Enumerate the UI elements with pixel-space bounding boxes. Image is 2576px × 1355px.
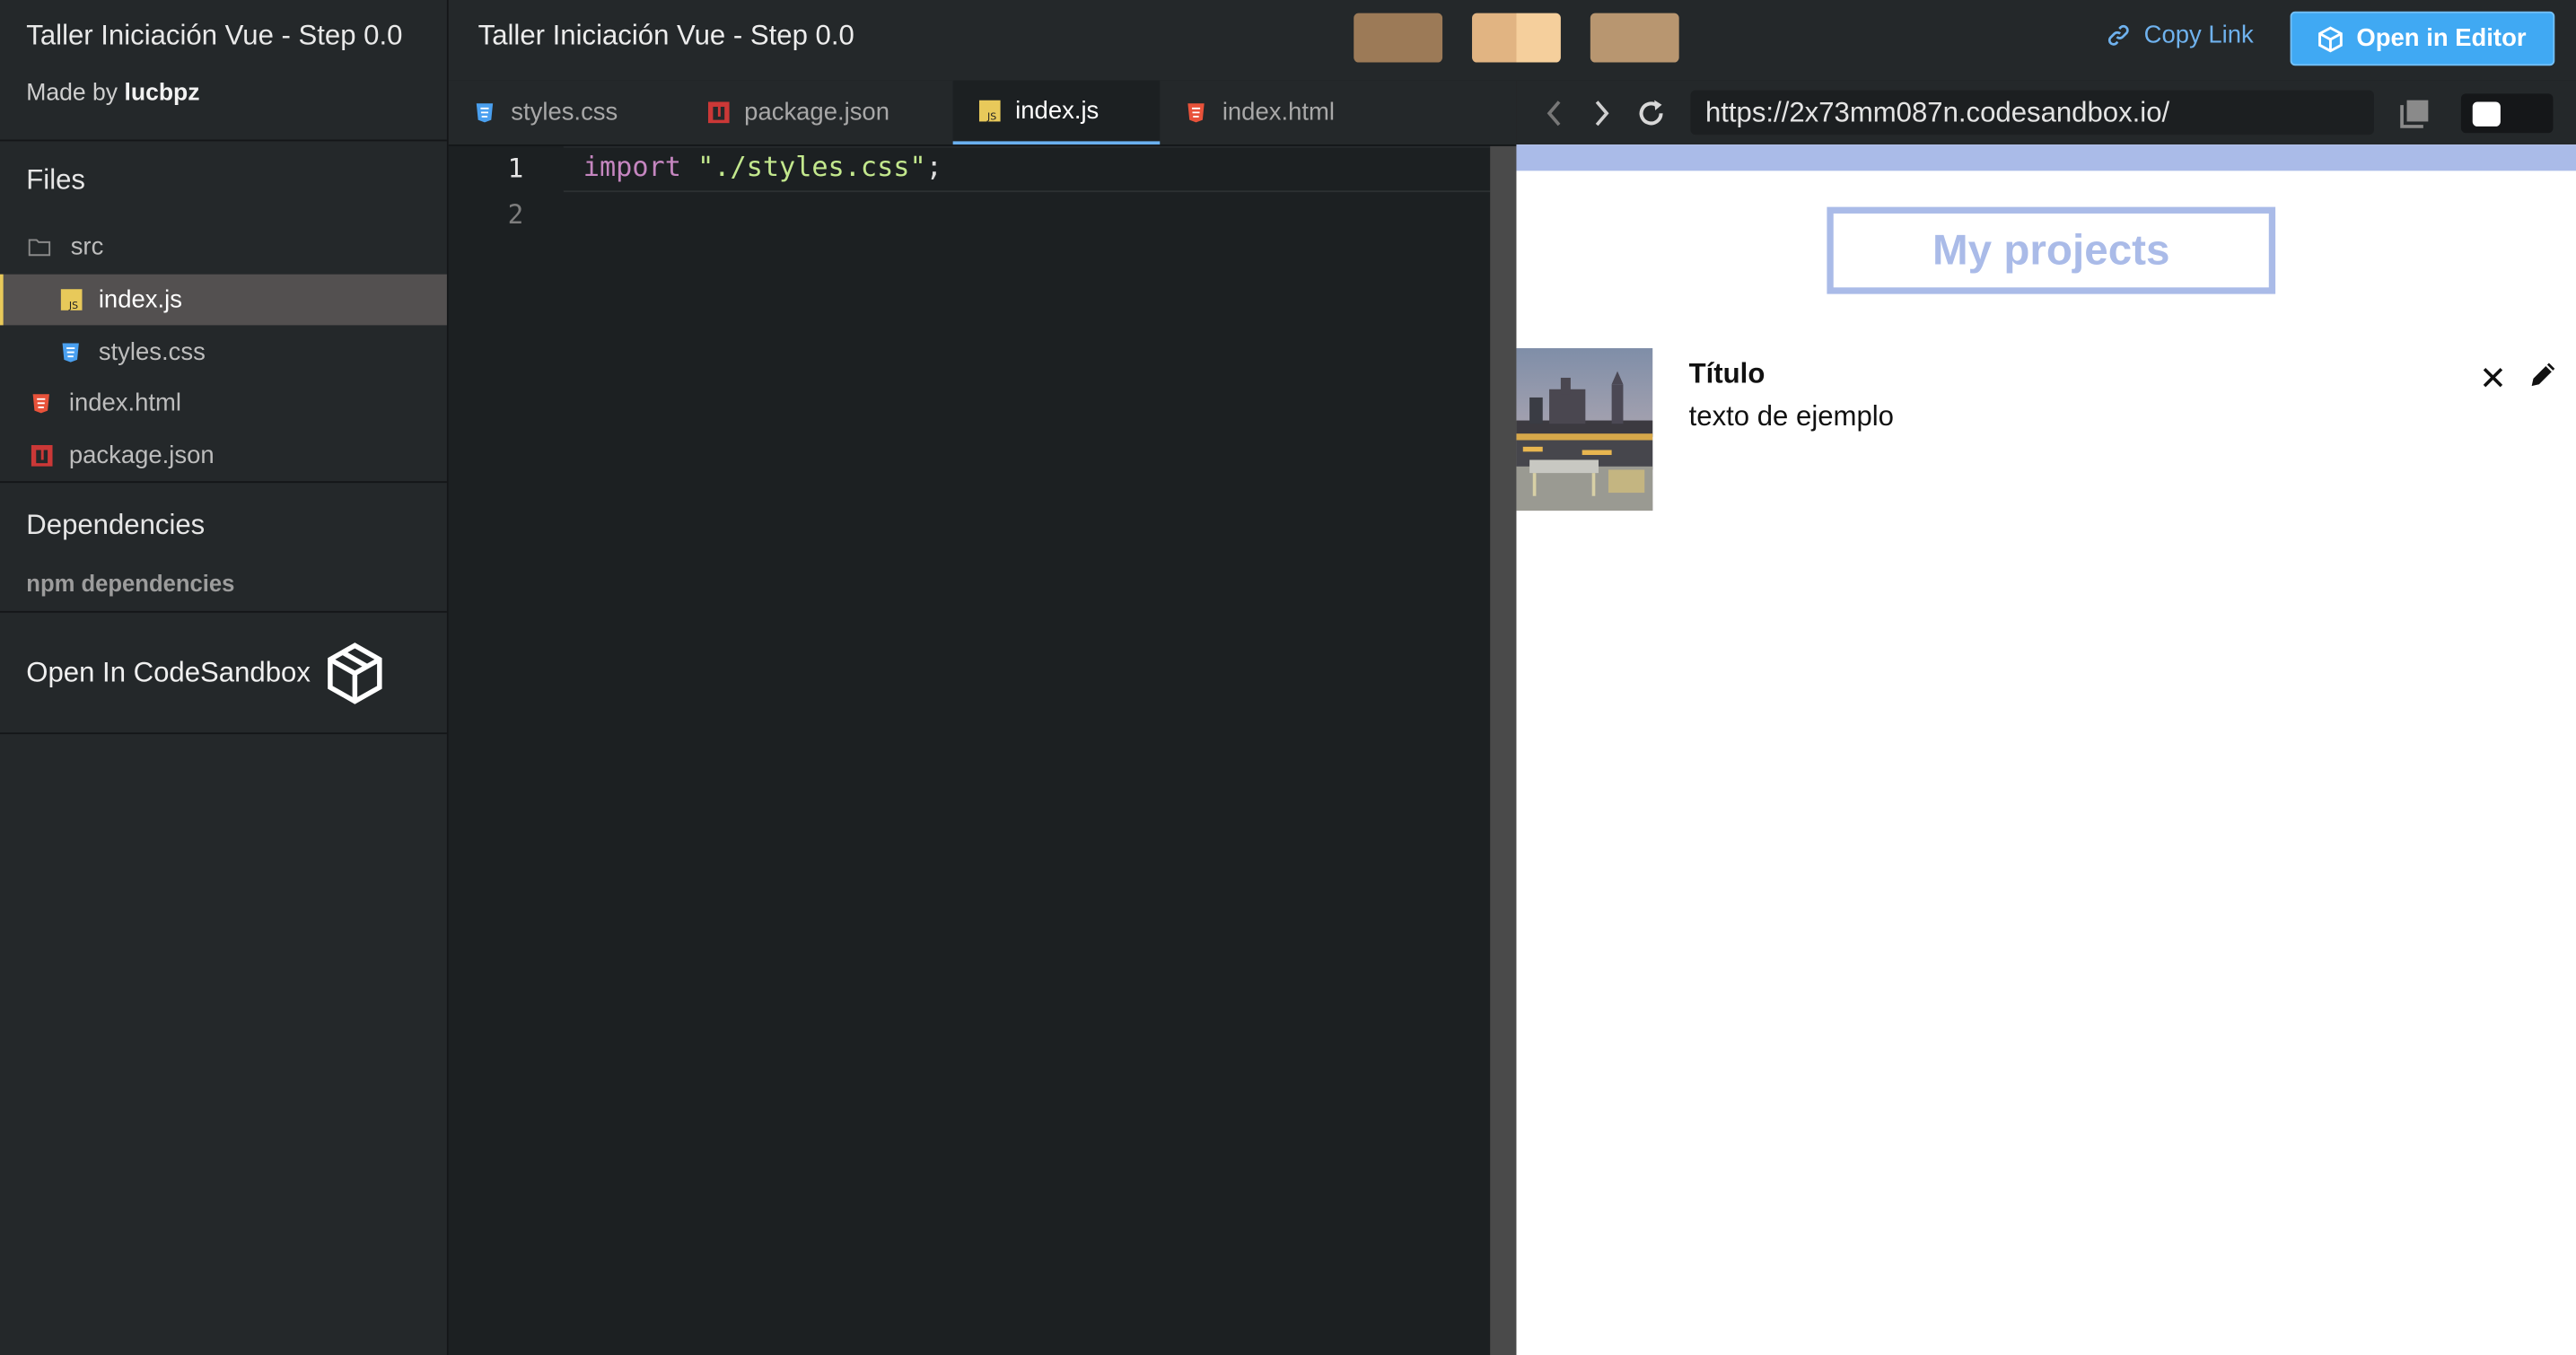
folder-icon (28, 236, 51, 259)
preview-navigation-bar: https://2x73mm087n.codesandbox.io/ (1516, 80, 2576, 145)
pencil-icon[interactable] (2527, 358, 2560, 391)
tab-index-html[interactable]: index.html (1185, 81, 1382, 144)
tab-package-json[interactable]: package.json (706, 81, 936, 144)
dependencies-panel: Dependencies npm dependencies (0, 483, 447, 613)
file-label: package.json (68, 441, 215, 470)
delete-project-button[interactable]: ✕ (2479, 358, 2507, 399)
pane-divider-scrollbar[interactable] (1490, 145, 1517, 1355)
css-icon (473, 101, 496, 125)
code-punctuation: ; (925, 151, 942, 183)
files-panel: Files src JS index.js styles.css index.h… (0, 141, 447, 484)
file-label: index.html (68, 389, 182, 417)
npm-icon (30, 444, 53, 468)
npm-dependencies-heading: npm dependencies (26, 570, 235, 597)
preview-header-strip (1516, 144, 2576, 171)
refresh-icon[interactable] (1634, 97, 1668, 130)
box-icon (2318, 25, 2344, 52)
file-tree-item-package-json[interactable]: package.json (0, 431, 447, 482)
file-tree-item-index-html[interactable]: index.html (0, 378, 447, 429)
tab-label: index.js (1015, 96, 1100, 126)
toggle-knob (2472, 101, 2501, 127)
html-icon (1185, 101, 1208, 125)
sidebar: Taller Iniciación Vue - Step 0.0 Made by… (0, 0, 449, 1355)
svg-text:JS: JS (67, 300, 77, 310)
file-tree-item-index-js[interactable]: JS index.js (0, 274, 447, 326)
link-icon (2107, 23, 2131, 48)
sandbox-title: Taller Iniciación Vue - Step 0.0 (26, 19, 403, 51)
open-in-codesandbox-link[interactable]: Open In CodeSandbox (0, 613, 447, 735)
sandbox-info: Taller Iniciación Vue - Step 0.0 Made by… (0, 0, 447, 142)
console-toggle[interactable] (2460, 93, 2554, 134)
editor-tab-bar: styles.css package.json JS index.js inde… (448, 80, 1517, 146)
tab-label: index.html (1222, 98, 1335, 127)
open-new-window-icon[interactable] (2398, 97, 2431, 130)
code-line-1[interactable]: import "./styles.css"; (583, 151, 942, 182)
layout-split-button[interactable] (1472, 13, 1561, 63)
code-keyword: import (583, 151, 681, 183)
tab-label: package.json (744, 98, 889, 127)
open-in-codesandbox-label: Open In CodeSandbox (26, 657, 311, 688)
layout-preview-only-button[interactable] (1590, 13, 1679, 63)
tab-index-js[interactable]: JS index.js (952, 80, 1161, 145)
line-number: 2 (507, 198, 524, 231)
project-thumbnail (1516, 348, 1653, 511)
copy-link-button[interactable]: Copy Link (2107, 22, 2254, 49)
preview-heading: My projects (1827, 206, 2276, 294)
project-title: Título (1688, 358, 1766, 389)
js-icon: JS (59, 288, 83, 311)
open-in-editor-button[interactable]: Open in Editor (2290, 11, 2555, 66)
address-bar[interactable]: https://2x73mm087n.codesandbox.io/ (1690, 90, 2374, 136)
forward-arrow-icon[interactable] (1585, 97, 1618, 130)
svg-text:JS: JS (986, 111, 995, 122)
author-name[interactable]: lucbpz (124, 81, 199, 107)
file-label: index.js (98, 285, 182, 314)
code-editor[interactable]: 1 2 import "./styles.css"; (448, 145, 1491, 1355)
html-icon (30, 392, 53, 415)
file-tree-folder-src[interactable]: src (0, 222, 447, 273)
npm-icon (706, 101, 730, 125)
files-heading: Files (26, 164, 86, 196)
dependencies-heading: Dependencies (26, 509, 206, 541)
copy-link-label: Copy Link (2143, 21, 2254, 49)
file-tree-item-styles-css[interactable]: styles.css (0, 327, 447, 378)
top-header: Taller Iniciación Vue - Step 0.0 Copy Li… (448, 0, 2576, 81)
header-title: Taller Iniciación Vue - Step 0.0 (478, 19, 854, 51)
tab-label: styles.css (511, 98, 618, 127)
tab-styles-css[interactable]: styles.css (473, 81, 670, 144)
open-in-editor-label: Open in Editor (2356, 24, 2527, 53)
preview-frame[interactable]: My projects Título texto de ejemplo ✕ (1516, 144, 2576, 1355)
project-description: texto de ejemplo (1688, 400, 1894, 433)
file-label: styles.css (98, 338, 206, 367)
author-line: Made by lucbpz (26, 81, 199, 107)
code-string: "./styles.css" (697, 151, 926, 183)
codesandbox-logo-icon (325, 641, 384, 706)
layout-editor-only-button[interactable] (1354, 13, 1443, 63)
line-number: 1 (507, 153, 524, 184)
made-by-label: Made by (26, 80, 118, 107)
js-icon: JS (977, 100, 1001, 123)
file-label: src (70, 232, 104, 262)
css-icon (59, 341, 83, 364)
back-arrow-icon[interactable] (1538, 97, 1571, 130)
